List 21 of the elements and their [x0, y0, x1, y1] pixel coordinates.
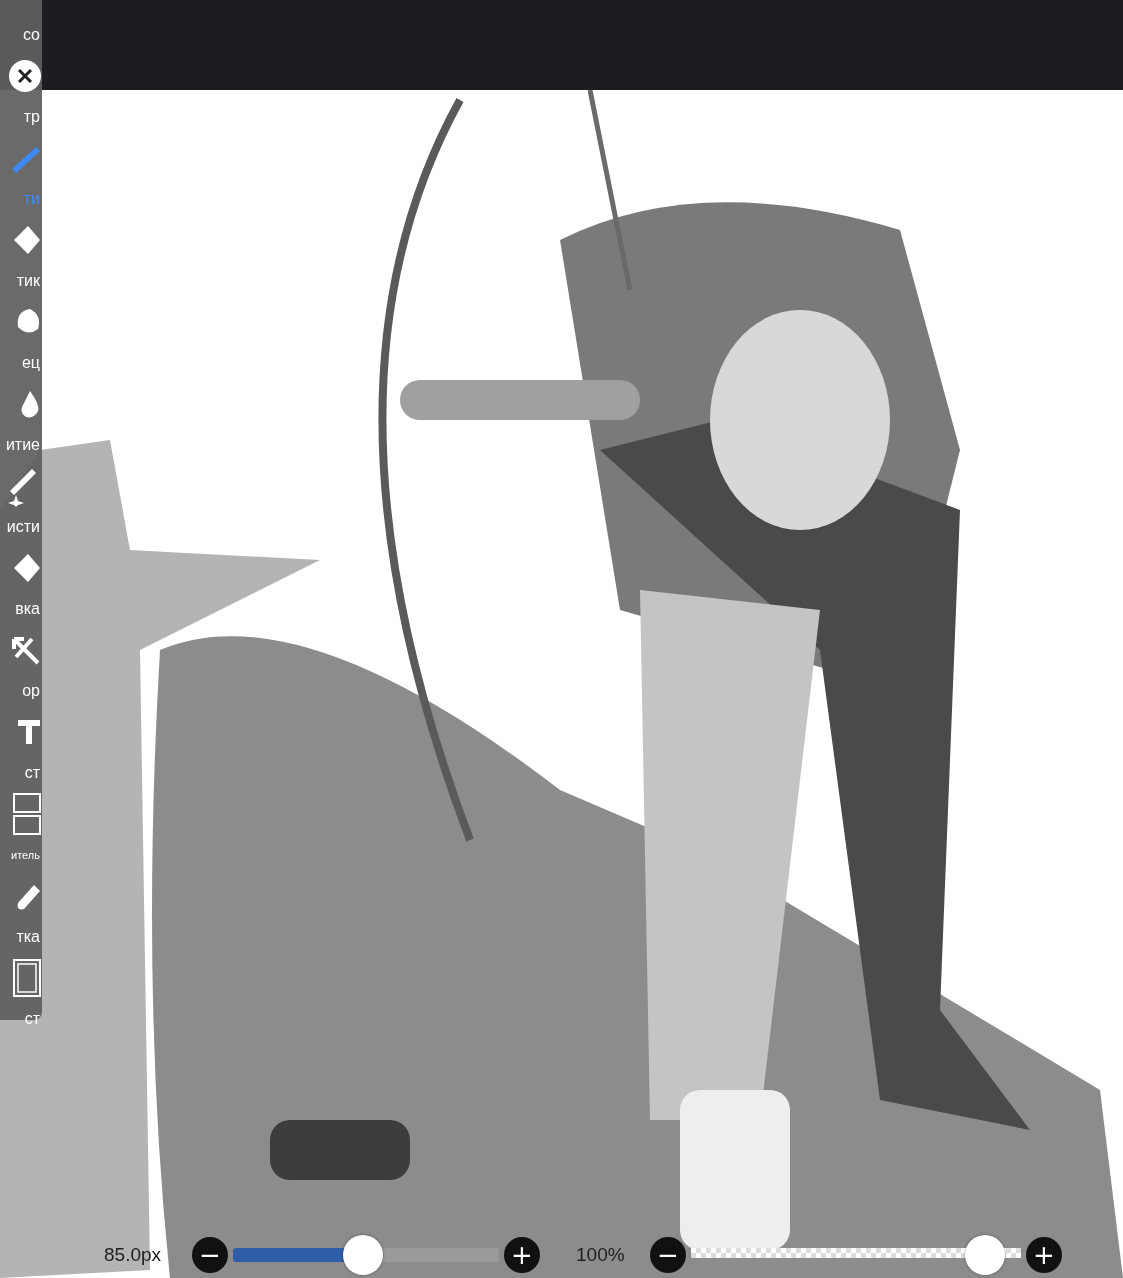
tool-label[interactable]: тик — [16, 270, 42, 292]
canvas-icon[interactable] — [12, 958, 42, 998]
tool-label[interactable]: со — [22, 24, 42, 46]
layers-icon[interactable] — [12, 792, 42, 836]
diamond-icon[interactable] — [12, 224, 42, 256]
tool-label[interactable]: ец — [21, 352, 42, 374]
tool-label[interactable]: тка — [16, 926, 42, 948]
close-icon[interactable] — [8, 59, 42, 93]
tool-label[interactable]: исти — [6, 516, 42, 538]
tool-label[interactable]: ор — [22, 680, 42, 702]
opacity-reading: 100% — [576, 1244, 626, 1266]
move-icon[interactable] — [12, 635, 42, 665]
tool-label[interactable]: итель — [11, 844, 42, 866]
diamond-icon[interactable] — [12, 552, 42, 584]
tool-label[interactable]: вка — [15, 598, 42, 620]
text-icon[interactable] — [16, 718, 42, 746]
tool-label[interactable]: ст — [24, 1008, 42, 1030]
tool-label[interactable]: итие — [5, 434, 42, 456]
brush-size-reading: 85.0px — [104, 1244, 163, 1266]
tool-label[interactable]: тр — [23, 106, 42, 128]
tool-label[interactable]: ст — [24, 762, 42, 784]
